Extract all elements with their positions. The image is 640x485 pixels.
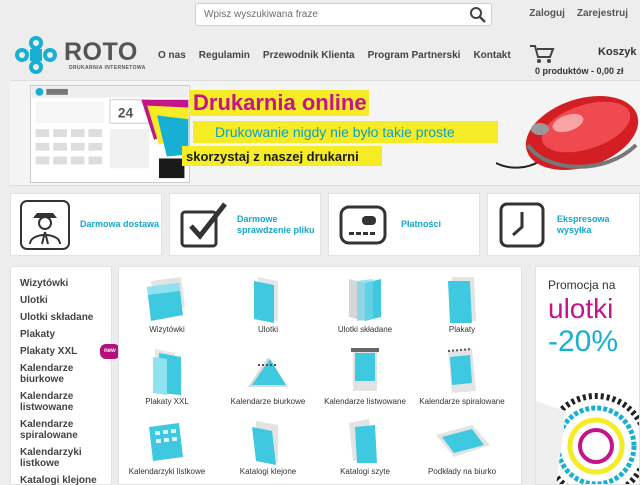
clock-icon	[499, 202, 545, 248]
folded-flyer-icon	[349, 279, 381, 321]
brand-name[interactable]: ROTO	[64, 38, 138, 67]
search-box	[195, 3, 492, 26]
sidebar-item-ulotki[interactable]: Ulotki	[20, 295, 111, 306]
sidebar-item-kalendarze-biurkowe[interactable]: Kalendarze biurkowe	[20, 363, 111, 385]
preview-hours: 24	[118, 105, 134, 120]
product-label: Kalendarzyki listkowe	[128, 467, 206, 476]
product-kalendarze-spiralowane[interactable]: Kalendarze spiralowane	[414, 347, 510, 406]
sidebar-item-plakaty-xxl[interactable]: Plakaty XXL new	[20, 344, 120, 359]
nav-item-przewodnik[interactable]: Przewodnik Klienta	[263, 50, 355, 61]
sidebar-item-katalogi-klejone[interactable]: Katalogi klejone	[20, 475, 111, 485]
search-icon[interactable]	[469, 6, 487, 24]
poster-xxl-icon	[153, 349, 181, 395]
feature-payments[interactable]: Płatności	[328, 193, 480, 256]
promo-line2: ulotki	[548, 293, 614, 324]
product-label: Ulotki	[257, 325, 278, 334]
product-label: Plakaty	[448, 325, 476, 334]
product-label: Katalogi szyte	[340, 467, 390, 476]
checkmark-icon	[180, 202, 227, 248]
feature-label: Darmowe sprawdzenie pliku	[237, 213, 315, 235]
feature-label: Ekspresowa wysyłka	[557, 213, 610, 235]
product-label: Wizytówki	[149, 325, 185, 334]
pocket-calendar-icon	[149, 423, 183, 461]
top-bar: Zaloguj Zarejestruj	[0, 0, 640, 30]
product-grid: Wizytówki Ulotki Ulotki składane Plakaty…	[118, 266, 522, 485]
computer-mouse-image	[496, 96, 639, 170]
cart-icon[interactable]	[529, 43, 555, 65]
cart-title[interactable]: Koszyk	[598, 46, 637, 58]
sidebar-item-kalendarzyki-listkowe[interactable]: Kalendarzyki listkowe	[20, 447, 102, 469]
product-label: Kalendarze spiralowane	[419, 397, 505, 406]
account-links: Zaloguj Zarejestruj	[529, 8, 640, 19]
product-ulotki-skladane[interactable]: Ulotki składane	[317, 275, 413, 334]
feature-free-delivery[interactable]: Darmowa dostawa	[10, 193, 162, 256]
banner-line2: Drukowanie nigdy nie było takie proste	[215, 124, 455, 140]
banner-line3-strip: skorzystaj z naszej drukarni	[182, 146, 382, 166]
banner-headline-strip: Drukarnia online	[189, 90, 369, 116]
nav-item-regulamin[interactable]: Regulamin	[199, 50, 250, 61]
flyer-stack-image	[536, 393, 639, 484]
website-preview-image: 24	[30, 85, 190, 183]
product-label: Podkłady na biurko	[427, 467, 497, 476]
product-kalendarze-biurkowe[interactable]: Kalendarze biurkowe	[220, 347, 316, 406]
category-sidebar: Wizytówki Ulotki Ulotki składane Plakaty…	[10, 266, 120, 485]
sidebar-item-label: Plakaty XXL	[20, 346, 78, 357]
banner-headline: Drukarnia online	[193, 90, 367, 115]
product-label: Kalendarze biurkowe	[230, 397, 306, 406]
product-kalendarzyki-listkowe[interactable]: Kalendarzyki listkowe	[119, 417, 215, 476]
sidebar-item-wizytowki[interactable]: Wizytówki	[20, 278, 111, 289]
promo-line3: -20%	[548, 325, 619, 358]
promo-line1: Promocja na	[548, 278, 616, 292]
product-label: Katalogi klejone	[239, 467, 297, 476]
sidebar-item-ulotki-skladane[interactable]: Ulotki składane	[20, 312, 111, 323]
nav-item-o-nas[interactable]: O nas	[158, 50, 186, 61]
card-icon	[339, 205, 387, 245]
main-nav: O nas Regulamin Przewodnik Klienta Program …	[158, 50, 524, 61]
register-link[interactable]: Zarejestruj	[577, 8, 628, 19]
sidebar-item-kalendarze-spiralowane[interactable]: Kalendarze spiralowane	[20, 419, 102, 441]
roto-logo-icon[interactable]	[11, 34, 61, 76]
brand-tagline: DRUKARNIA INTERNETOWA	[69, 65, 146, 71]
cart-summary[interactable]: 0 produktów - 0,00 zł	[535, 66, 624, 76]
site-header: ROTO DRUKARNIA INTERNETOWA O nas Regulami…	[0, 30, 640, 80]
feature-free-file-check[interactable]: Darmowe sprawdzenie pliku	[169, 193, 321, 256]
sidebar-item-kalendarze-listwowane[interactable]: Kalendarze listwowane	[20, 391, 102, 413]
courier-icon	[20, 200, 70, 250]
hero-banner[interactable]: 24 Drukarnia online Drukowanie nigdy nie…	[10, 80, 640, 186]
product-plakaty[interactable]: Plakaty	[414, 275, 510, 334]
business-card-icon	[147, 277, 185, 321]
banner-line3: skorzystaj z naszej drukarni	[186, 149, 359, 164]
poster-icon	[448, 277, 476, 323]
desk-pad-icon	[436, 425, 490, 457]
login-link[interactable]: Zaloguj	[529, 8, 565, 19]
product-katalogi-szyte[interactable]: Katalogi szyte	[317, 417, 413, 476]
feature-label: Płatności	[401, 219, 442, 229]
product-ulotki[interactable]: Ulotki	[220, 275, 316, 334]
product-label: Kalendarze listwowane	[324, 397, 406, 406]
spiral-calendar-icon	[447, 348, 476, 393]
product-plakaty-xxl[interactable]: Plakaty XXL	[119, 347, 215, 406]
product-katalogi-klejone[interactable]: Katalogi klejone	[220, 417, 316, 476]
product-kalendarze-listwowane[interactable]: Kalendarze listwowane	[317, 347, 413, 406]
desk-calendar-icon	[248, 357, 288, 387]
feature-express-shipping[interactable]: Ekspresowa wysyłka	[487, 193, 640, 256]
stitched-catalog-icon	[349, 419, 377, 463]
glued-catalog-icon	[252, 421, 278, 465]
product-podklady-na-biurko[interactable]: Podkłady na biurko	[414, 417, 510, 476]
product-label: Plakaty XXL	[145, 397, 189, 406]
product-wizytowki[interactable]: Wizytówki	[119, 275, 215, 334]
wall-calendar-icon	[351, 348, 379, 391]
banner-line2-strip: Drukowanie nigdy nie było takie proste	[193, 121, 498, 143]
nav-item-kontakt[interactable]: Kontakt	[473, 50, 510, 61]
nav-item-program-partnerski[interactable]: Program Partnerski	[368, 50, 461, 61]
new-badge: new	[100, 344, 120, 359]
sidebar-item-plakaty[interactable]: Plakaty	[20, 329, 111, 340]
search-input[interactable]	[196, 4, 456, 25]
feature-label: Darmowa dostawa	[80, 219, 160, 229]
promo-banner[interactable]: Promocja na ulotki -20%	[535, 266, 640, 485]
flyer-icon	[254, 277, 278, 323]
product-label: Ulotki składane	[337, 325, 393, 334]
